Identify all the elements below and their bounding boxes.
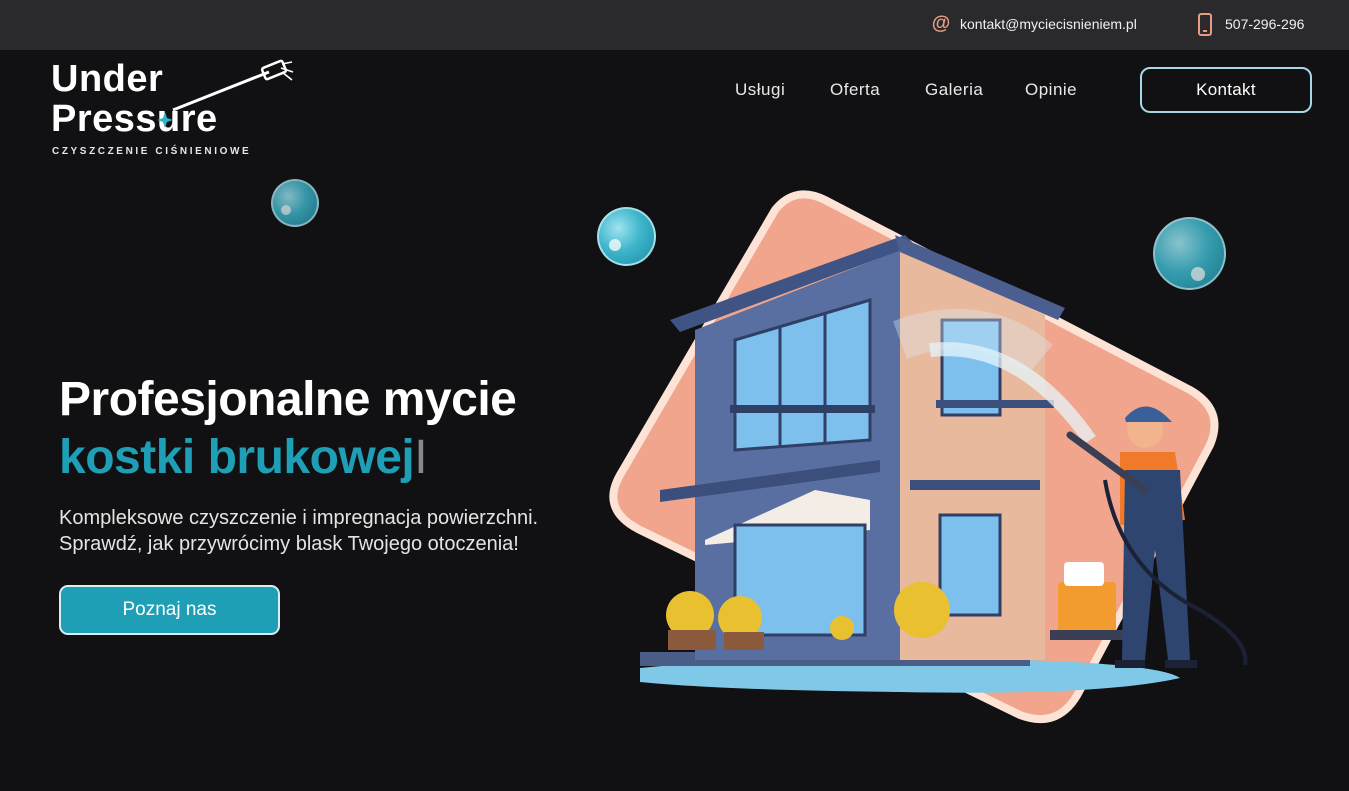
hero-subtitle-line1: Kompleksowe czyszczenie i impregnacja po… — [59, 507, 539, 529]
email-text[interactable]: kontakt@myciecisnieniem.pl — [960, 16, 1137, 32]
hero-subtitle-line2: Sprawdź, jak przywrócimy blask Twojego o… — [59, 533, 519, 555]
typing-cursor: I — [414, 431, 428, 484]
hero-subtitle: Kompleksowe czyszczenie i impregnacja po… — [59, 505, 619, 557]
about-us-button[interactable]: Poznaj nas — [59, 585, 280, 635]
logo-text-under: Under — [51, 58, 164, 100]
hero-title-line1: Profesjonalne mycie — [59, 373, 517, 426]
bubble-decoration — [271, 179, 319, 227]
nav-item-galeria[interactable]: Galeria — [925, 80, 983, 100]
phone-contact[interactable]: 507-296-296 — [1198, 12, 1304, 36]
hero-title: Profesjonalne mycie kostki brukowejI — [59, 371, 517, 487]
logo-subtitle: CZYSZCZENIE CIŚNIENIOWE — [52, 146, 252, 157]
phone-icon — [1198, 12, 1212, 36]
phone-text[interactable]: 507-296-296 — [1225, 16, 1304, 32]
top-contact-bar: @ kontakt@myciecisnieniem.pl 507-296-296 — [0, 0, 1349, 50]
site-logo[interactable]: Under Pressure CZYSZCZENIE CIŚNIENIOWE — [51, 58, 294, 158]
email-contact[interactable]: @ kontakt@myciecisnieniem.pl — [930, 12, 1137, 36]
contact-button[interactable]: Kontakt — [1140, 67, 1312, 113]
nav-item-opinie[interactable]: Opinie — [1025, 80, 1077, 100]
nav-item-oferta[interactable]: Oferta — [830, 80, 880, 100]
hero-title-accent: kostki brukowej — [59, 431, 415, 484]
at-icon: @ — [931, 13, 951, 34]
pressure-washer-icon — [157, 59, 294, 128]
nav-item-uslugi[interactable]: Usługi — [735, 80, 785, 100]
house-washing-illustration — [609, 190, 1248, 723]
